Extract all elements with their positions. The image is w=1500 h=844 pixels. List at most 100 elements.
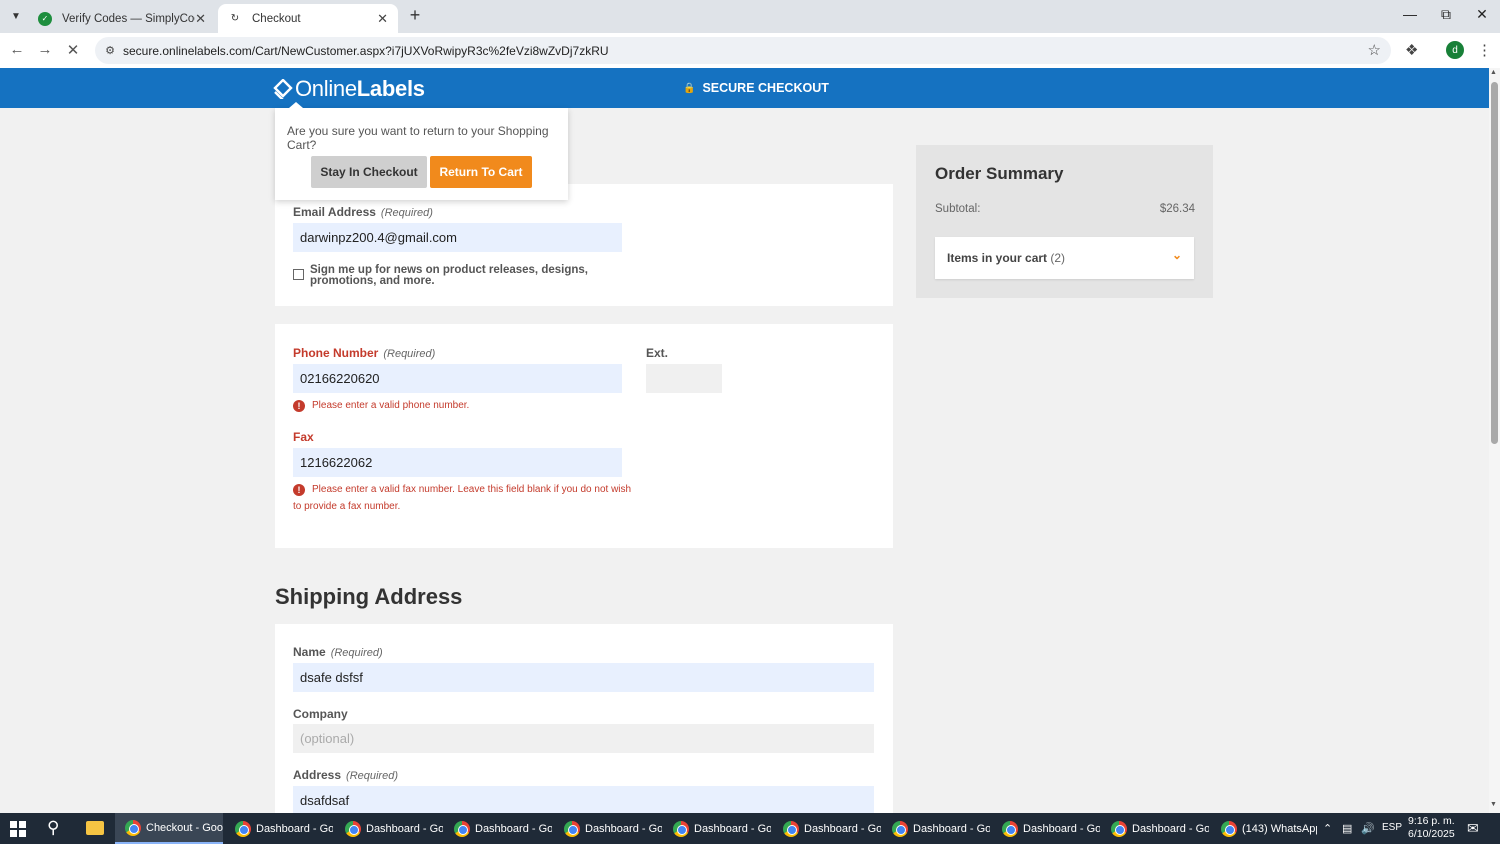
taskbar-item-dashboard[interactable]: Dashboard - Go... [663,813,771,844]
taskbar-item-dashboard[interactable]: Dashboard - Go... [554,813,662,844]
taskbar-item-dashboard[interactable]: Dashboard - Go... [1101,813,1209,844]
order-summary-title: Order Summary [935,164,1064,183]
items-in-cart-toggle[interactable]: Items in your cart (2) ⌄ [935,237,1194,279]
address-field[interactable]: dsafdsaf [293,786,874,813]
scroll-up-icon[interactable]: ▲ [1490,69,1497,76]
chrome-icon [454,820,470,837]
show-hidden-icons-chevron-icon[interactable]: ⌃ [1323,822,1332,835]
popup-notch [289,102,303,108]
tab-checkout[interactable]: ↻ Checkout ✕ [218,4,398,33]
company-field[interactable]: (optional) [293,724,874,753]
taskbar-item-dashboard[interactable]: Dashboard - Go... [335,813,443,844]
scroll-thumb[interactable] [1491,82,1498,444]
taskbar-item-whatsapp[interactable]: (143) WhatsApp... [1211,813,1317,844]
onlinelabels-logo[interactable]: Online Labels [273,76,425,102]
windows-taskbar: ⚲ Checkout - Goo... Dashboard - Go... Da… [0,813,1500,844]
forward-icon[interactable]: → [35,41,55,58]
address-label: Address (Required) [293,768,398,782]
required-tag: (Required) [330,647,383,659]
return-to-cart-button[interactable]: Return To Cart [430,156,532,188]
notifications-icon[interactable]: ✉ [1467,820,1479,837]
site-header: Online Labels 🔒 SECURE CHECKOUT [0,68,1489,108]
minimize-icon[interactable]: — [1400,6,1420,22]
site-info-icon[interactable]: ⚙ [97,44,123,57]
newsletter-label[interactable]: Sign me up for news on product releases,… [310,264,600,287]
tab-title: Verify Codes — SimplyCodes [62,12,195,25]
items-label-text: Items in your cart [947,251,1048,265]
taskbar-item-label: Dashboard - Go... [585,822,662,835]
return-to-cart-popup: Are you sure you want to return to your … [275,102,568,200]
stay-in-checkout-button[interactable]: Stay In Checkout [311,156,427,188]
logo-mark-icon [273,79,293,99]
email-label-text: Email Address [293,205,376,219]
newsletter-checkbox[interactable] [293,269,304,280]
order-summary: Order Summary Subtotal: $26.34 Items in … [916,145,1213,298]
menu-kebab-icon[interactable]: ⋮ [1477,41,1492,59]
taskbar-item-dashboard[interactable]: Dashboard - Go... [225,813,333,844]
loading-favicon-icon: ↻ [230,13,240,24]
page-scrollbar[interactable]: ▲ ▼ [1489,68,1500,813]
taskbar-item-dashboard[interactable]: Dashboard - Go... [444,813,552,844]
chrome-icon [235,820,251,837]
network-icon[interactable]: ▤ [1342,822,1352,835]
phone-error-text: Please enter a valid phone number. [312,400,470,411]
tab-search-chevron-icon[interactable]: ▼ [5,6,27,26]
volume-icon[interactable]: 🔊 [1361,822,1375,835]
url-text: secure.onlinelabels.com/Cart/NewCustomer… [123,43,609,58]
close-tab-icon[interactable]: ✕ [195,11,206,27]
taskbar-item-label: Dashboard - Go... [1023,822,1100,835]
clock-date: 6/10/2025 [1408,828,1455,840]
chevron-down-icon: ⌄ [1171,248,1182,262]
taskbar-item-dashboard[interactable]: Dashboard - Go... [773,813,881,844]
fax-label: Fax [293,430,314,444]
windows-start-icon[interactable] [10,821,26,837]
chrome-icon [345,820,361,837]
chrome-icon [1221,820,1237,837]
scroll-down-icon[interactable]: ▼ [1490,801,1497,808]
error-icon: ! [293,484,305,496]
taskbar-clock[interactable]: 9:16 p. m. 6/10/2025 [1408,815,1455,841]
ext-label: Ext. [646,346,669,360]
close-window-icon[interactable]: ✕ [1472,6,1492,23]
subtotal-label: Subtotal: [935,203,981,215]
chrome-icon [1111,820,1127,837]
phone-number-field[interactable]: 02166220620 [293,364,622,393]
restore-icon[interactable]: ⧉ [1436,6,1456,23]
browser-toolbar: ← → ✕ ⚙ secure.onlinelabels.com/Cart/New… [0,33,1500,68]
email-field[interactable]: darwinpz200.4@gmail.com [293,223,622,252]
taskbar-item-label: Dashboard - Go... [694,822,771,835]
fax-field[interactable]: 1216622062 [293,448,622,477]
taskbar-item-label: (143) WhatsApp... [1242,822,1317,835]
address-bar[interactable]: ⚙ secure.onlinelabels.com/Cart/NewCustom… [95,37,1391,64]
required-tag: (Required) [346,770,398,782]
bookmark-star-icon[interactable]: ☆ [1368,41,1381,59]
subtotal-value: $26.34 [1159,203,1195,215]
name-label: Name (Required) [293,645,383,659]
extensions-icon[interactable]: ❖ [1405,41,1418,59]
profile-avatar[interactable]: d [1446,41,1464,59]
popup-message: Are you sure you want to return to your … [287,124,549,152]
chrome-icon [564,820,580,837]
new-tab-icon[interactable]: + [404,5,426,26]
tab-verify-codes[interactable]: ✓ Verify Codes — SimplyCodes ✕ [28,4,216,33]
language-indicator[interactable]: ESP [1382,822,1402,833]
chrome-icon [892,820,908,837]
taskbar-item-dashboard[interactable]: Dashboard - Go... [882,813,990,844]
close-tab-icon[interactable]: ✕ [377,11,388,27]
clock-time: 9:16 p. m. [1408,815,1455,827]
required-tag: (Required) [380,207,433,219]
taskbar-item-label: Dashboard - Go... [913,822,990,835]
taskbar-item-label: Dashboard - Go... [804,822,881,835]
taskbar-item-checkout[interactable]: Checkout - Goo... [115,813,223,844]
browser-tab-bar: ▼ ✓ Verify Codes — SimplyCodes ✕ ↻ Check… [0,0,1500,33]
stop-loading-icon[interactable]: ✕ [63,41,83,59]
search-icon[interactable]: ⚲ [47,818,59,838]
taskbar-item-label: Dashboard - Go... [475,822,552,835]
back-icon[interactable]: ← [7,41,27,58]
taskbar-item-dashboard[interactable]: Dashboard - Go... [992,813,1100,844]
shipping-name-field[interactable]: dsafe dsfsf [293,663,874,692]
file-explorer-icon[interactable] [86,821,104,835]
phone-label: Phone Number (Required) [293,346,435,360]
tab-title: Checkout [252,12,301,25]
ext-field[interactable] [646,364,722,393]
